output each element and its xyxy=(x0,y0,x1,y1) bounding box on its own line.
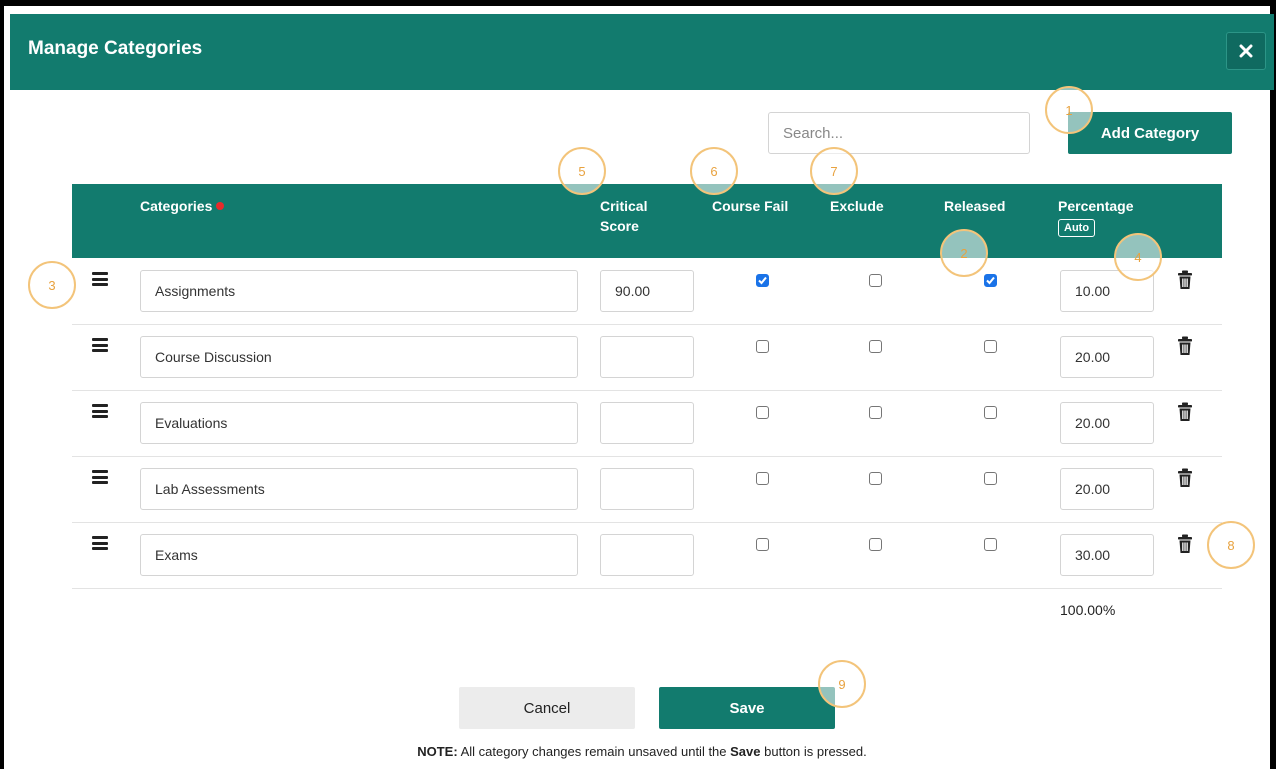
course-fail-checkbox[interactable] xyxy=(756,472,769,485)
released-checkbox[interactable] xyxy=(984,472,997,485)
trash-icon[interactable] xyxy=(1177,336,1193,356)
critical-score-input[interactable] xyxy=(600,534,694,576)
released-checkbox[interactable] xyxy=(984,406,997,419)
header-categories: Categories xyxy=(140,196,225,216)
callout-6: 6 xyxy=(690,147,738,195)
drag-handle-icon[interactable] xyxy=(92,536,108,550)
cancel-button[interactable]: Cancel xyxy=(459,687,635,729)
percentage-input[interactable] xyxy=(1060,468,1154,510)
category-name-input[interactable] xyxy=(140,402,578,444)
dialog-title: Manage Categories xyxy=(28,38,203,59)
course-fail-checkbox[interactable] xyxy=(756,406,769,419)
drag-handle-icon[interactable] xyxy=(92,470,108,484)
manage-categories-dialog: Manage Categories Add Category Categorie… xyxy=(0,0,1276,769)
released-checkbox[interactable] xyxy=(984,340,997,353)
table-row xyxy=(72,390,1222,457)
exclude-checkbox[interactable] xyxy=(869,340,882,353)
table-row xyxy=(72,258,1222,325)
course-fail-checkbox[interactable] xyxy=(756,274,769,287)
released-checkbox[interactable] xyxy=(984,274,997,287)
category-name-input[interactable] xyxy=(140,336,578,378)
save-note: NOTE: All category changes remain unsave… xyxy=(417,744,867,759)
category-name-input[interactable] xyxy=(140,270,578,312)
table-header: Categories Critical Score Course Fail Exc… xyxy=(72,184,1222,258)
add-category-button[interactable]: Add Category xyxy=(1068,112,1232,154)
course-fail-checkbox[interactable] xyxy=(756,538,769,551)
table-row xyxy=(72,456,1222,523)
exclude-checkbox[interactable] xyxy=(869,538,882,551)
critical-score-input[interactable] xyxy=(600,270,694,312)
table-row xyxy=(72,324,1222,391)
callout-7: 7 xyxy=(810,147,858,195)
category-name-input[interactable] xyxy=(140,534,578,576)
header-critical-score: Critical Score xyxy=(600,198,648,234)
callout-3: 3 xyxy=(28,261,76,309)
trash-icon[interactable] xyxy=(1177,468,1193,488)
trash-icon[interactable] xyxy=(1177,402,1193,422)
percentage-total: 100.00% xyxy=(1060,602,1116,618)
critical-score-input[interactable] xyxy=(600,402,694,444)
critical-score-input[interactable] xyxy=(600,468,694,510)
save-button[interactable]: Save xyxy=(659,687,835,729)
trash-icon[interactable] xyxy=(1177,270,1193,290)
header-released: Released xyxy=(944,198,1006,214)
critical-score-input[interactable] xyxy=(600,336,694,378)
required-indicator xyxy=(216,202,225,210)
exclude-checkbox[interactable] xyxy=(869,472,882,485)
category-name-input[interactable] xyxy=(140,468,578,510)
drag-handle-icon[interactable] xyxy=(92,272,108,286)
percentage-input[interactable] xyxy=(1060,534,1154,576)
percentage-input[interactable] xyxy=(1060,336,1154,378)
callout-1: 1 xyxy=(1045,86,1093,134)
course-fail-checkbox[interactable] xyxy=(756,340,769,353)
close-button[interactable] xyxy=(1226,32,1266,70)
auto-percentage-button[interactable]: Auto xyxy=(1058,219,1096,237)
drag-handle-icon[interactable] xyxy=(92,338,108,352)
released-checkbox[interactable] xyxy=(984,538,997,551)
header-percentage: Percentage Auto xyxy=(1058,196,1133,237)
dialog-header: Manage Categories xyxy=(10,14,1274,90)
header-course-fail: Course Fail xyxy=(712,198,789,214)
exclude-checkbox[interactable] xyxy=(869,274,882,287)
callout-5: 5 xyxy=(558,147,606,195)
callout-2: 2 xyxy=(940,229,988,277)
callout-4: 4 xyxy=(1114,233,1162,281)
trash-icon[interactable] xyxy=(1177,534,1193,554)
exclude-checkbox[interactable] xyxy=(869,406,882,419)
drag-handle-icon[interactable] xyxy=(92,404,108,418)
header-exclude: Exclude xyxy=(830,198,884,214)
search-input[interactable] xyxy=(768,112,1030,154)
callout-8: 8 xyxy=(1207,521,1255,569)
table-row xyxy=(72,522,1222,589)
percentage-input[interactable] xyxy=(1060,402,1154,444)
close-icon xyxy=(1239,44,1253,58)
callout-9: 9 xyxy=(818,660,866,708)
